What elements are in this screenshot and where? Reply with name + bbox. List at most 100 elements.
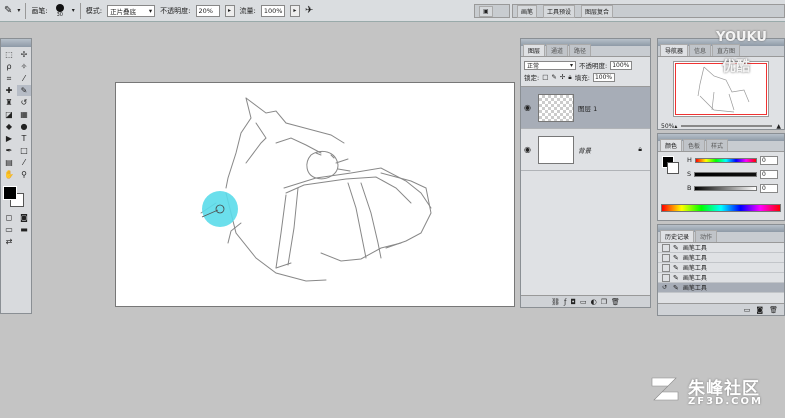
history-item[interactable]: ✎ 画笔工具 [658, 263, 784, 273]
mode-select[interactable]: 正片叠底 ▾ [107, 4, 156, 17]
new-document-icon[interactable]: ▭ [744, 306, 751, 314]
healing-brush-icon[interactable]: ✚ [2, 85, 16, 96]
flow-slider-button[interactable]: ▸ [289, 4, 300, 17]
trash-icon[interactable]: 🗑︎ [769, 306, 778, 314]
screen-mode-standard-icon[interactable]: ▭ [2, 224, 16, 235]
flow-input[interactable]: 100% [260, 4, 285, 17]
blend-mode-select[interactable]: 正常 ▾ [524, 60, 576, 70]
tab-actions[interactable]: 动作 [695, 230, 718, 242]
hand-tool-icon[interactable]: ✋ [2, 169, 16, 180]
path-select-icon[interactable]: ▶ [2, 133, 16, 144]
tab-color[interactable]: 颜色 [660, 139, 683, 151]
tool-preset-arrow[interactable]: ▾ [17, 7, 20, 14]
brush-preset-picker[interactable]: 30 [53, 3, 67, 19]
opacity-slider-button[interactable]: ▸ [224, 4, 235, 17]
palette-tab-brushes[interactable]: 画笔 [517, 4, 538, 18]
brush-tool-icon[interactable]: ✎ [17, 85, 31, 96]
layer-style-icon[interactable]: ƒ [564, 298, 566, 306]
eye-icon[interactable]: ◉ [524, 103, 534, 112]
s-slider[interactable] [694, 171, 757, 177]
move-tool-icon[interactable]: ✢ [17, 49, 31, 60]
slice-tool-icon[interactable]: ⁄ [17, 73, 31, 84]
history-brush-source[interactable] [662, 263, 670, 272]
color-bg-swatch[interactable] [667, 162, 679, 174]
layer-mask-icon[interactable]: ◘ [570, 298, 576, 306]
lock-position-icon[interactable]: ✢ [560, 73, 565, 81]
magic-wand-icon[interactable]: ✧ [17, 61, 31, 72]
document-canvas[interactable] [115, 82, 515, 307]
zoom-out-icon[interactable]: ▴ [674, 123, 677, 130]
layer-set-icon[interactable]: ▭ [580, 298, 587, 306]
navigator-view-box[interactable] [675, 63, 767, 115]
airbrush-icon[interactable]: ✈ [305, 5, 313, 16]
lock-transparency-icon[interactable]: □ [542, 73, 548, 81]
marquee-tool-icon[interactable]: ⬚ [2, 49, 16, 60]
lock-all-icon[interactable]: 🔒︎ [568, 73, 571, 82]
history-item[interactable]: ✎ 画笔工具 [658, 253, 784, 263]
file-browser-icon[interactable]: ▣ [479, 5, 493, 17]
type-tool-icon[interactable]: T [17, 133, 31, 144]
blur-tool-icon[interactable]: ◆ [2, 121, 16, 132]
history-item[interactable]: ✎ 画笔工具 [658, 273, 784, 283]
history-brush-icon[interactable]: ↺ [17, 97, 31, 108]
history-item[interactable]: ✎ 画笔工具 [658, 243, 784, 253]
history-brush-source-icon[interactable]: ↺ [662, 284, 670, 292]
lasso-tool-icon[interactable]: ρ [2, 61, 16, 72]
tab-paths[interactable]: 路径 [569, 44, 592, 56]
color-ramp[interactable] [661, 204, 781, 212]
layer-row[interactable]: ◉ 背景 🔒︎ [521, 129, 650, 171]
brush-tool-icon[interactable]: ✎ [4, 5, 12, 16]
tab-layers[interactable]: 图层 [523, 44, 546, 56]
screen-mode-full-icon[interactable]: ▬ [17, 224, 31, 235]
dodge-tool-icon[interactable]: ● [17, 121, 31, 132]
layer-opacity-input[interactable]: 100% [610, 60, 633, 70]
tab-styles[interactable]: 样式 [706, 139, 729, 151]
tab-swatches[interactable]: 色板 [683, 139, 706, 151]
h-slider[interactable] [694, 157, 757, 163]
eraser-tool-icon[interactable]: ◪ [2, 109, 16, 120]
pen-tool-icon[interactable]: ✒ [2, 145, 16, 156]
trash-icon[interactable]: 🗑︎ [611, 298, 620, 306]
palette-tab-layer-comps[interactable]: 图层复合 [581, 4, 614, 18]
eye-icon[interactable]: ◉ [524, 145, 534, 154]
lock-image-icon[interactable]: ✎ [551, 73, 556, 81]
history-brush-source[interactable] [662, 243, 670, 252]
clone-stamp-icon[interactable]: ♜ [2, 97, 16, 108]
tab-history[interactable]: 历史记录 [660, 230, 695, 242]
b-slider[interactable] [694, 185, 757, 191]
history-item[interactable]: ↺ ✎ 画笔工具 [658, 283, 784, 293]
navigator-preview[interactable] [673, 61, 769, 117]
h-input[interactable]: 0 [760, 155, 778, 165]
quick-mask-icon[interactable]: ◙ [17, 212, 31, 223]
zoom-tool-icon[interactable]: ⚲ [17, 169, 31, 180]
layer-row[interactable]: ◉ 图层 1 [521, 87, 650, 129]
jump-to-imageready-icon[interactable]: ⇄ [2, 236, 16, 247]
crop-tool-icon[interactable]: ⌗ [2, 73, 16, 84]
tab-histogram[interactable]: 直方图 [712, 44, 741, 56]
tab-channels[interactable]: 通道 [546, 44, 569, 56]
eyedropper-icon[interactable]: ⁄ [17, 157, 31, 168]
zoom-in-icon[interactable]: ▲ [776, 123, 781, 130]
tab-info[interactable]: 信息 [689, 44, 712, 56]
notes-tool-icon[interactable]: ▤ [2, 157, 16, 168]
link-layers-icon[interactable]: ⛓ [551, 298, 560, 306]
s-input[interactable]: 0 [760, 169, 778, 179]
history-brush-source[interactable] [662, 273, 670, 282]
adjustment-layer-icon[interactable]: ◐ [591, 298, 597, 306]
foreground-color-swatch[interactable] [3, 186, 17, 200]
b-input[interactable]: 0 [760, 183, 778, 193]
new-snapshot-icon[interactable]: ◙ [756, 306, 763, 314]
layer-fill-input[interactable]: 100% [592, 72, 615, 82]
standard-mode-icon[interactable]: ◻ [2, 212, 16, 223]
history-brush-source[interactable] [662, 253, 670, 262]
opacity-input[interactable]: 20% [195, 4, 220, 17]
zoom-value[interactable]: 50% [661, 123, 674, 130]
brush-picker-arrow[interactable]: ▾ [72, 7, 75, 14]
shape-tool-icon[interactable]: □ [17, 145, 31, 156]
palette-tab-tool-presets[interactable]: 工具预设 [543, 4, 576, 18]
new-layer-icon[interactable]: ❐ [601, 298, 607, 306]
toolbox-titlebar[interactable] [1, 39, 31, 47]
tab-navigator[interactable]: 导航器 [660, 44, 689, 56]
gradient-tool-icon[interactable]: ▦ [17, 109, 31, 120]
zoom-slider[interactable] [681, 125, 773, 127]
